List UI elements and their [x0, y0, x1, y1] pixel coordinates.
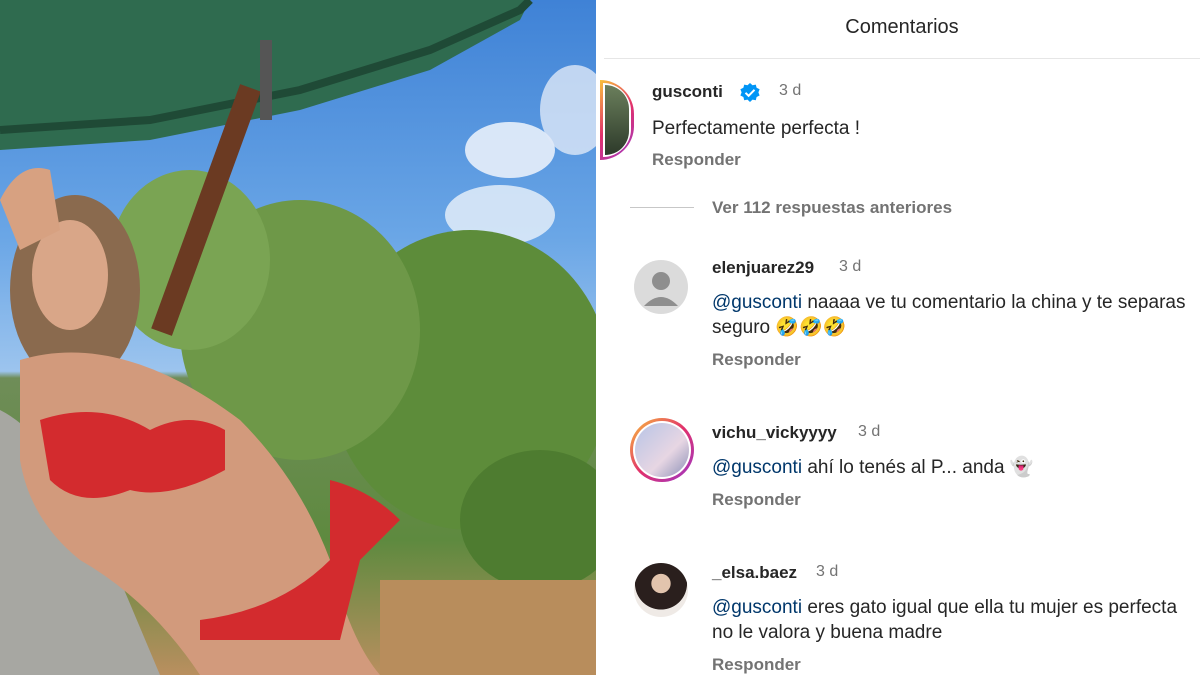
comment-username[interactable]: gusconti — [652, 82, 723, 102]
comments-panel: Comentarios gusconti 3 d Perfectamente p… — [600, 0, 1200, 675]
avatar[interactable] — [630, 418, 694, 482]
reply-button[interactable]: Responder — [712, 350, 801, 370]
comments-header: Comentarios — [604, 0, 1200, 59]
comment-time: 3 d — [779, 82, 802, 99]
reply-button[interactable]: Responder — [712, 655, 801, 675]
page-title: Comentarios — [845, 16, 959, 38]
comment-time: 3 d — [839, 258, 862, 275]
comment-time: 3 d — [816, 563, 839, 580]
verified-badge-icon — [740, 83, 760, 102]
comment-body: ahí lo tenés al P... anda 👻 — [802, 457, 1034, 478]
avatar[interactable] — [634, 563, 688, 617]
mention-link[interactable]: @gusconti — [712, 457, 802, 478]
mention-link[interactable]: @gusconti — [712, 597, 802, 618]
comment-time: 3 d — [858, 423, 881, 440]
comment-text: @gusconti naaaa ve tu comentario la chin… — [712, 290, 1192, 340]
avatar[interactable] — [634, 260, 688, 314]
post-photo — [0, 0, 596, 675]
reply-button[interactable]: Responder — [652, 150, 741, 170]
comment-username[interactable]: vichu_vickyyyy — [712, 423, 837, 443]
default-avatar-icon — [644, 272, 678, 306]
avatar[interactable] — [600, 80, 634, 160]
comment-username[interactable]: _elsa.baez — [712, 563, 797, 583]
replies-line — [630, 207, 694, 208]
reply-button[interactable]: Responder — [712, 490, 801, 510]
post-photo-illustration — [0, 0, 596, 675]
comment-text: Perfectamente perfecta ! — [652, 118, 861, 139]
comment-text: @gusconti eres gato igual que ella tu mu… — [712, 595, 1192, 645]
view-more-replies[interactable]: Ver 112 respuestas anteriores — [712, 198, 952, 218]
comment-text: @gusconti ahí lo tenés al P... anda 👻 — [712, 455, 1192, 480]
mention-link[interactable]: @gusconti — [712, 292, 802, 313]
comment-username[interactable]: elenjuarez29 — [712, 258, 814, 278]
